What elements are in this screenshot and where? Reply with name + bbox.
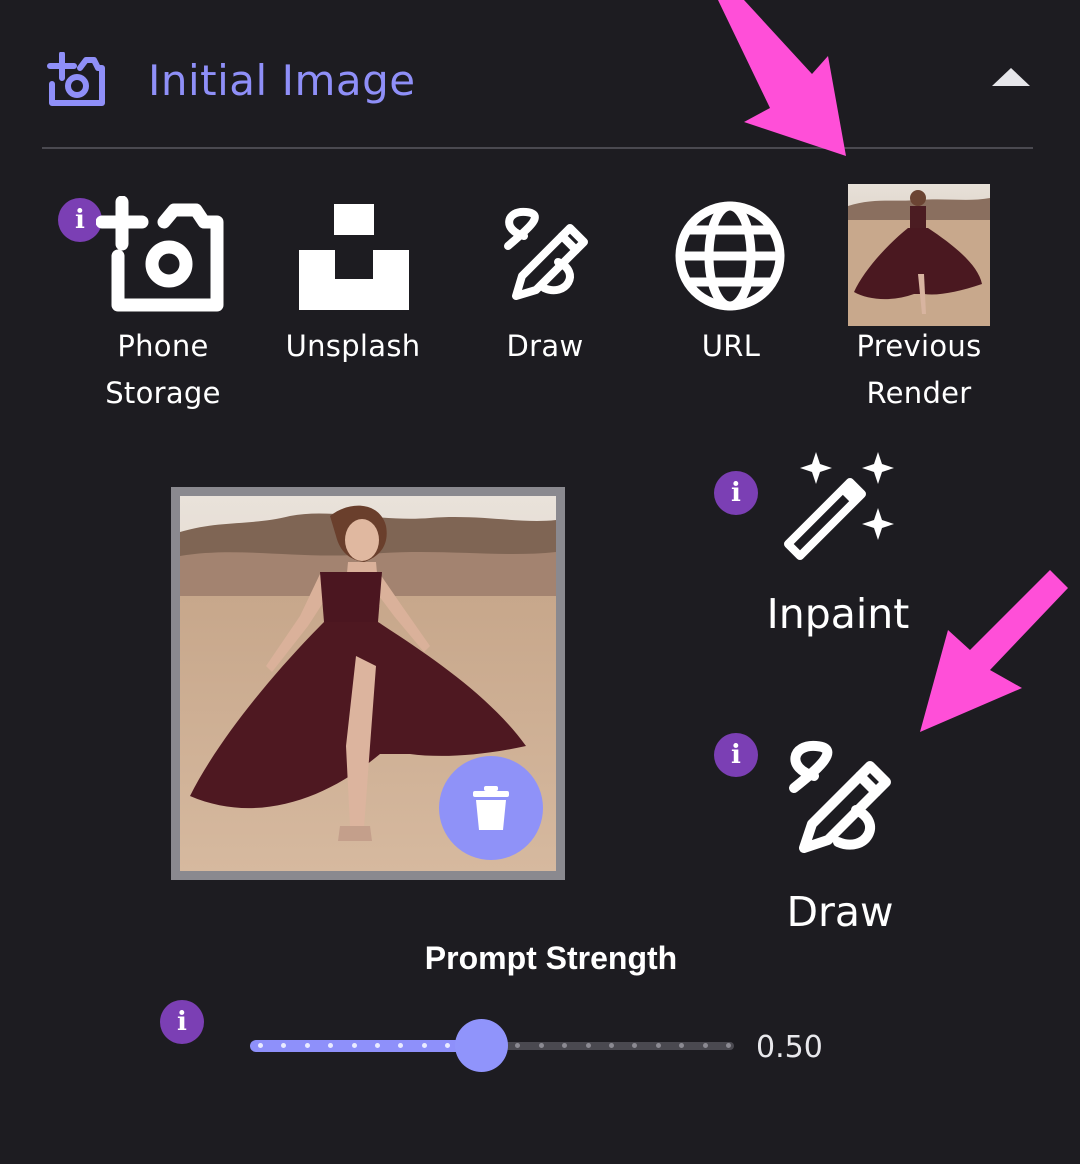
magic-wand-icon [778,448,900,562]
slider-tick [538,1043,544,1048]
source-label: Unsplash [285,329,421,363]
slider-tick [375,1043,380,1048]
slider-tick [655,1043,661,1048]
previous-render-thumbnail [848,184,990,326]
slider-tick [585,1043,591,1048]
slider-thumb[interactable] [455,1019,508,1072]
annotation-arrow [918,570,1078,735]
slider-tick [304,1043,310,1048]
source-draw[interactable]: Draw [484,196,606,366]
globe-icon [674,200,786,312]
prompt-strength-value: 0.50 [756,1030,823,1065]
add-photo-icon [95,195,230,316]
source-label: Previous [856,329,982,363]
draw-icon [780,740,896,864]
add-photo-icon [40,51,106,108]
divider [42,147,1033,149]
source-label: Draw [506,329,584,363]
delete-image-button[interactable] [439,756,543,860]
source-label: Phone [117,329,209,363]
slider-tick [351,1043,357,1048]
slider-tick [562,1043,568,1048]
draw-label: Draw [786,888,894,936]
section-title: Initial Image [148,56,416,105]
slider-tick [258,1043,263,1048]
info-icon[interactable]: i [160,1000,204,1044]
source-previous-render[interactable]: Previous Render [848,184,990,412]
source-label: Storage [105,376,221,410]
trash-icon [473,786,509,830]
info-icon[interactable]: i [714,733,758,777]
slider-tick [421,1043,427,1048]
prompt-strength-title: Prompt Strength [424,940,678,976]
chevron-up-icon[interactable] [990,66,1032,88]
slider-tick [702,1043,708,1048]
inpaint-button[interactable]: Inpaint [740,448,936,648]
slider-tick [726,1043,731,1048]
slider-tick [281,1043,287,1048]
slider-tick [445,1043,451,1048]
draw-button[interactable]: Draw [760,736,920,936]
source-unsplash[interactable]: Unsplash [282,196,424,366]
unsplash-icon [299,204,409,310]
inpaint-label: Inpaint [766,590,910,638]
slider-tick [679,1043,685,1048]
slider-tick [515,1043,521,1048]
source-label: URL [701,329,761,363]
annotation-arrow [700,0,860,160]
source-label: Render [866,376,972,410]
draw-icon [496,206,592,306]
slider-tick [609,1043,614,1048]
slider-tick [398,1043,404,1048]
slider-tick [632,1043,638,1048]
slider-tick [328,1043,334,1048]
source-url[interactable]: URL [670,196,792,366]
source-phone-storage[interactable]: Phone Storage [95,195,230,414]
